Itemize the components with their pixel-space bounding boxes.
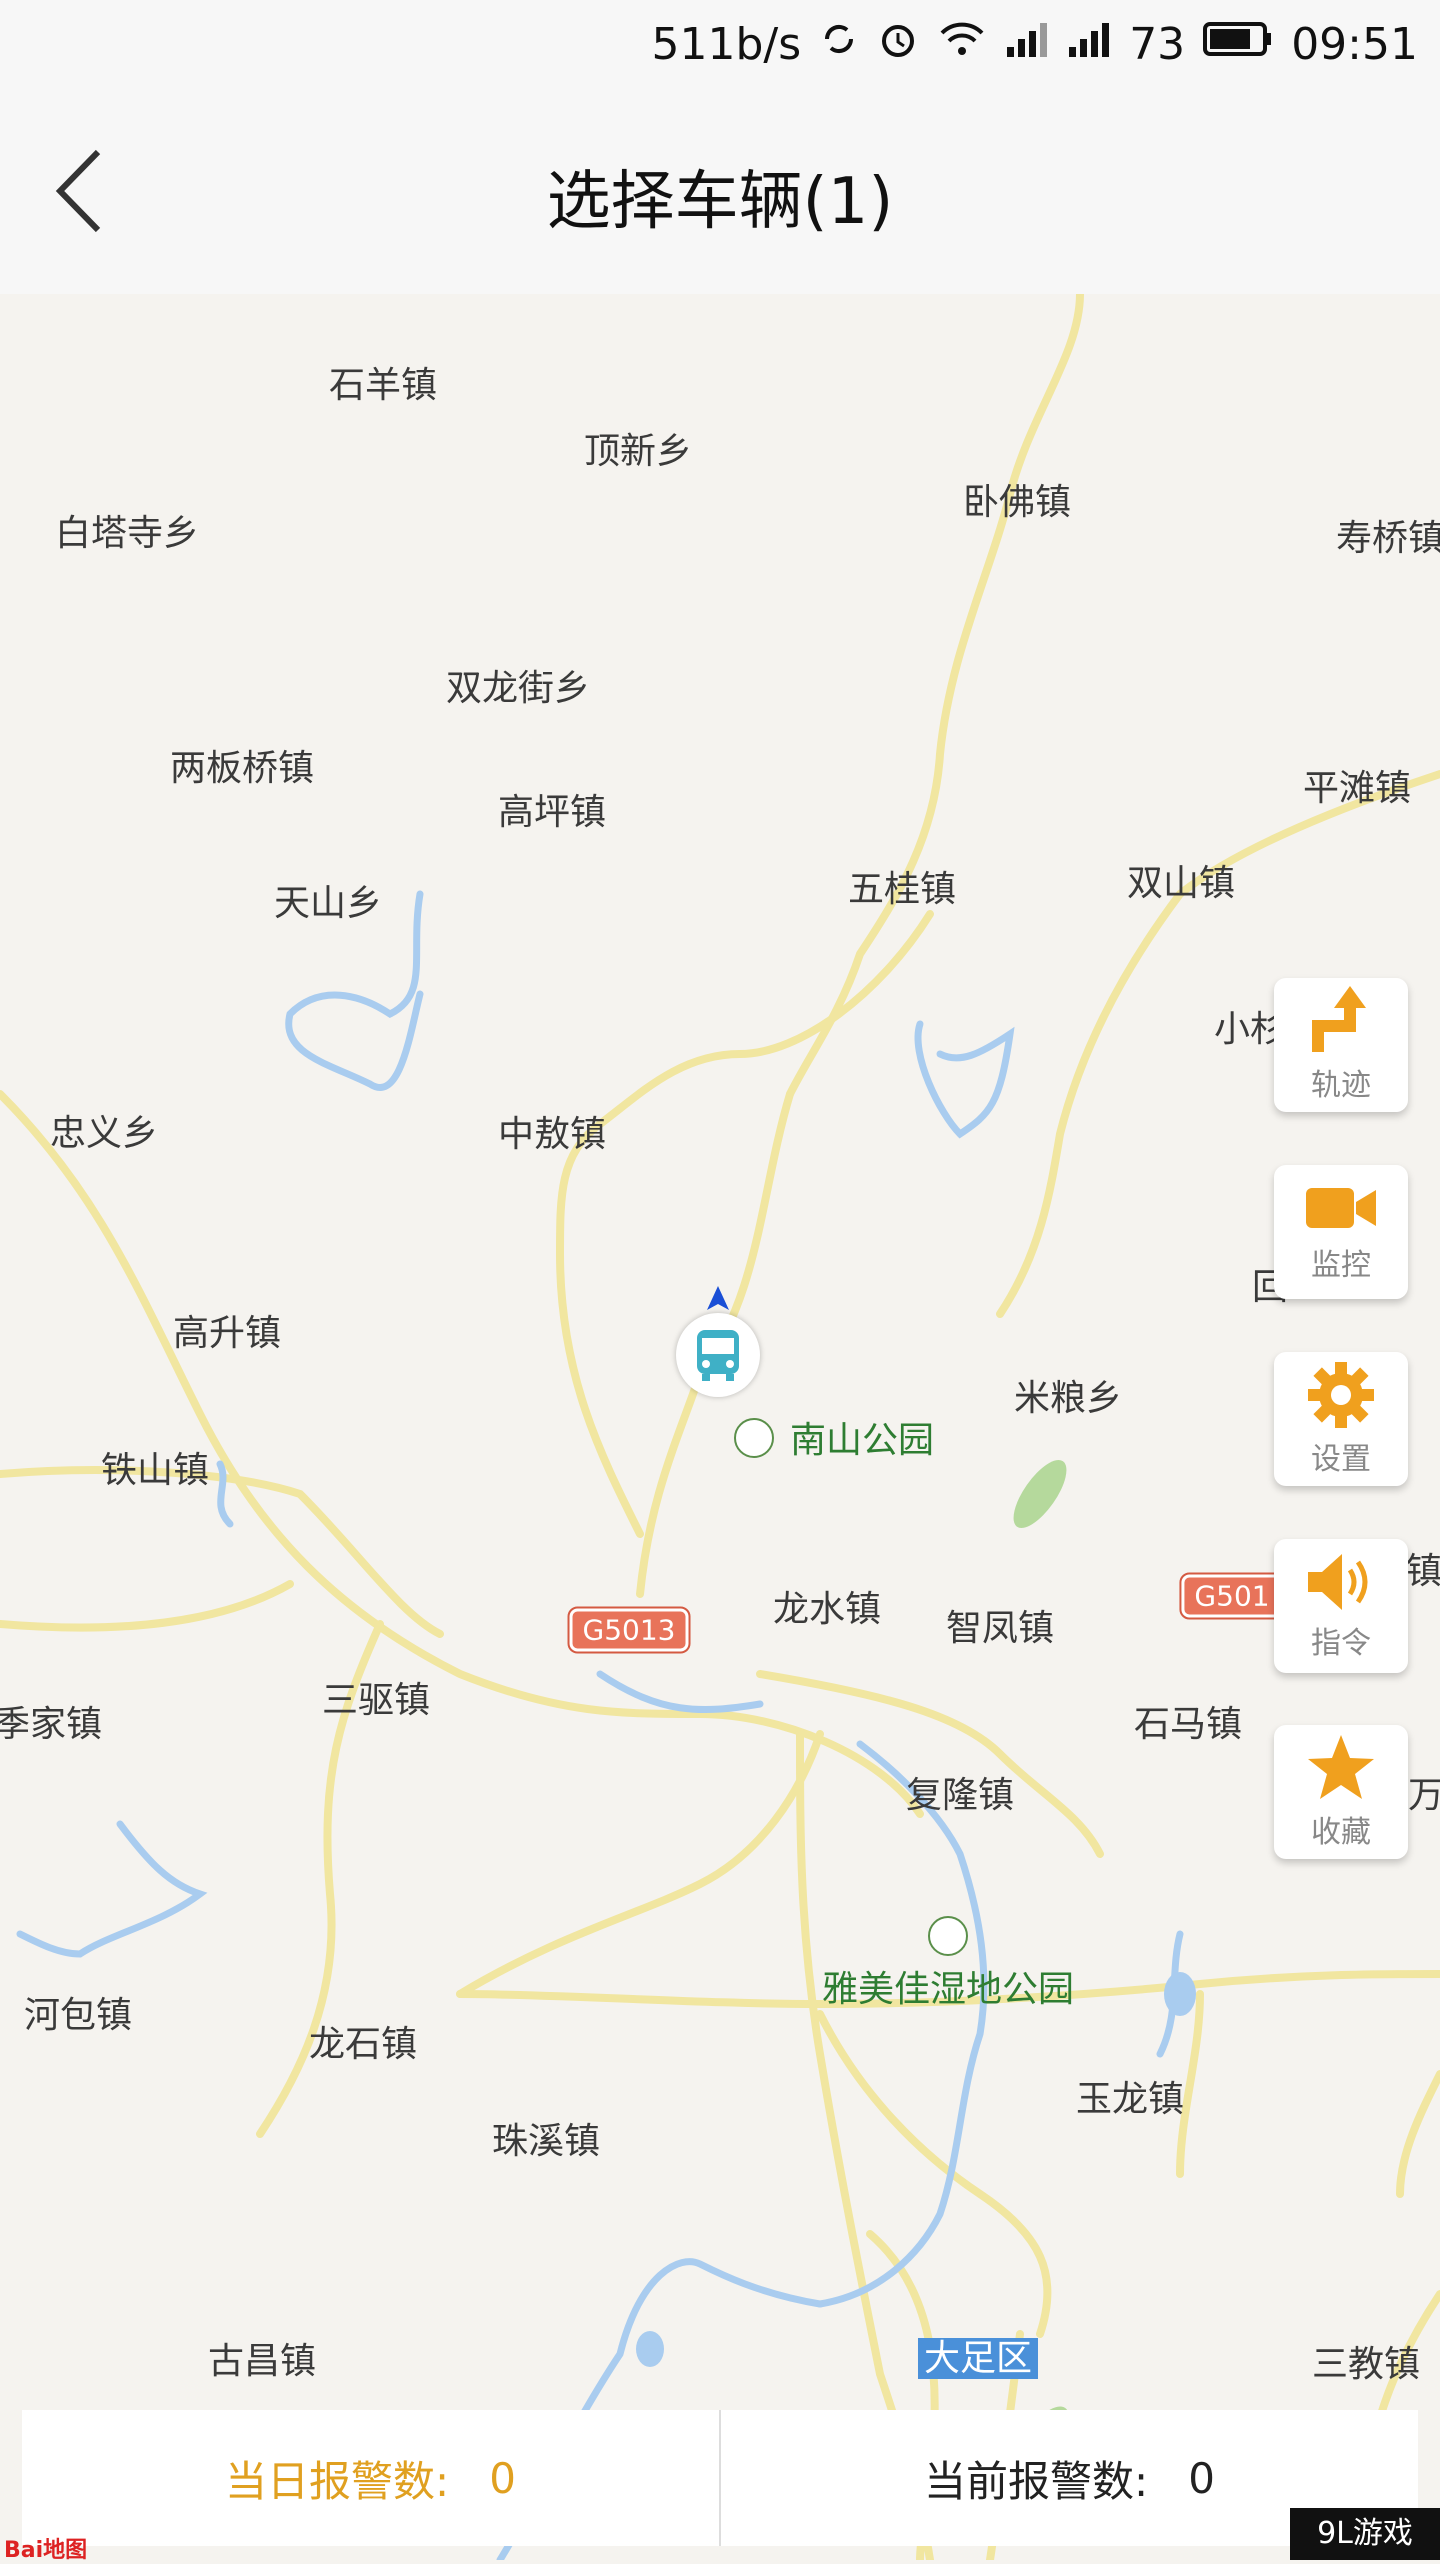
highway-shield: G5013 [567, 1606, 691, 1654]
map-label: 中敖镇 [497, 1114, 607, 1155]
map-district-label: 大足区 [917, 2329, 1039, 2381]
current-alarms-label: 当前报警数: [924, 2456, 1149, 2506]
sync-icon [819, 19, 859, 70]
command-button[interactable]: 指令 [1274, 1539, 1408, 1673]
settings-button-label: 设置 [1311, 1442, 1371, 1477]
map-base [0, 294, 1440, 2560]
map-label: 三驱镇 [321, 1680, 431, 1721]
direction-arrow-icon [707, 1286, 729, 1310]
bus-icon [697, 1330, 739, 1381]
page-title: 选择车辆(1) [546, 165, 894, 239]
current-alarms-value: 0 [1188, 2453, 1215, 2503]
map-label: 石羊镇 [328, 365, 438, 406]
battery-icon [1203, 19, 1273, 70]
gear-icon [1308, 1362, 1374, 1428]
map-label: 三教镇 [1311, 2344, 1421, 2385]
wifi-icon [937, 19, 987, 70]
map-label: 智凤镇 [945, 1608, 1055, 1649]
map-label: 白塔寺乡 [54, 513, 200, 554]
status-bar: 511b/s 73 09:51 [0, 0, 1440, 88]
today-alarms-value: 0 [489, 2453, 516, 2503]
map-label: 玉龙镇 [1075, 2079, 1185, 2120]
highway-shield: G501 [1179, 1572, 1285, 1620]
battery-level: 73 [1129, 18, 1186, 70]
map-poi-label: 雅美佳湿地公园 [821, 1969, 1075, 2010]
favorite-button[interactable]: 收藏 [1274, 1725, 1408, 1859]
map-label: 万 [1407, 1775, 1440, 1816]
map-label: 米粮乡 [1013, 1378, 1123, 1419]
signal-icon [1005, 19, 1049, 70]
map-label: 天山乡 [273, 883, 383, 924]
alarm-summary-bar: 当日报警数: 0 当前报警数: 0 [22, 2410, 1418, 2546]
map-label: 复隆镇 [905, 1775, 1015, 1816]
track-button[interactable]: 轨迹 [1274, 978, 1408, 1112]
video-camera-icon [1306, 1188, 1376, 1228]
map-label: 两板桥镇 [169, 748, 315, 789]
speaker-icon [1308, 1554, 1368, 1610]
today-alarms[interactable]: 当日报警数: 0 [22, 2410, 721, 2546]
map-view[interactable]: 石羊镇 顶新乡 卧佛镇 寿桥镇 白塔寺乡 双龙街乡 两板桥镇 高坪镇 平滩镇 天… [0, 294, 1440, 2560]
monitor-button[interactable]: 监控 [1274, 1165, 1408, 1299]
today-alarms-label: 当日报警数: [225, 2456, 450, 2506]
map-label: 高坪镇 [497, 792, 607, 833]
clock: 09:51 [1291, 18, 1418, 70]
map-label: 顶新乡 [583, 431, 693, 472]
map-label: 季家镇 [0, 1704, 103, 1745]
star-icon [1308, 1735, 1374, 1799]
net-speed: 511b/s [651, 18, 802, 70]
app-header: 选择车辆(1) [0, 88, 1440, 294]
baidu-map-logo: Bai地图 [4, 2538, 88, 2563]
command-button-label: 指令 [1311, 1626, 1371, 1661]
map-label: 高升镇 [172, 1313, 282, 1354]
favorite-button-label: 收藏 [1311, 1815, 1371, 1850]
map-label: 龙水镇 [772, 1589, 882, 1630]
map-label: 铁山镇 [100, 1450, 210, 1491]
alarm-icon [877, 18, 919, 71]
watermark: 9L游戏 [1290, 2508, 1440, 2560]
vehicle-marker[interactable] [676, 1313, 760, 1397]
map-label: 镇 [1405, 1551, 1440, 1592]
settings-button[interactable]: 设置 [1274, 1352, 1408, 1486]
park-icon [734, 1418, 774, 1458]
map-label: 珠溪镇 [491, 2121, 601, 2162]
monitor-button-label: 监控 [1311, 1248, 1371, 1283]
map-label: 忠义乡 [49, 1113, 159, 1154]
map-label: 双龙街乡 [445, 668, 591, 709]
map-label: 五桂镇 [847, 869, 957, 910]
map-poi-label: 南山公园 [789, 1420, 935, 1461]
map-label: 卧佛镇 [962, 482, 1072, 523]
map-label: 河包镇 [23, 1995, 133, 2036]
signal-icon [1067, 19, 1111, 70]
map-label: 寿桥镇 [1335, 518, 1440, 559]
map-label: 平滩镇 [1302, 768, 1412, 809]
route-arrow-icon [1312, 986, 1366, 1052]
map-label: 龙石镇 [308, 2024, 418, 2065]
track-button-label: 轨迹 [1311, 1068, 1371, 1103]
map-label: 石马镇 [1133, 1704, 1243, 1745]
map-label: 古昌镇 [207, 2341, 317, 2382]
park-icon [928, 1916, 968, 1956]
map-label: 双山镇 [1126, 863, 1236, 904]
